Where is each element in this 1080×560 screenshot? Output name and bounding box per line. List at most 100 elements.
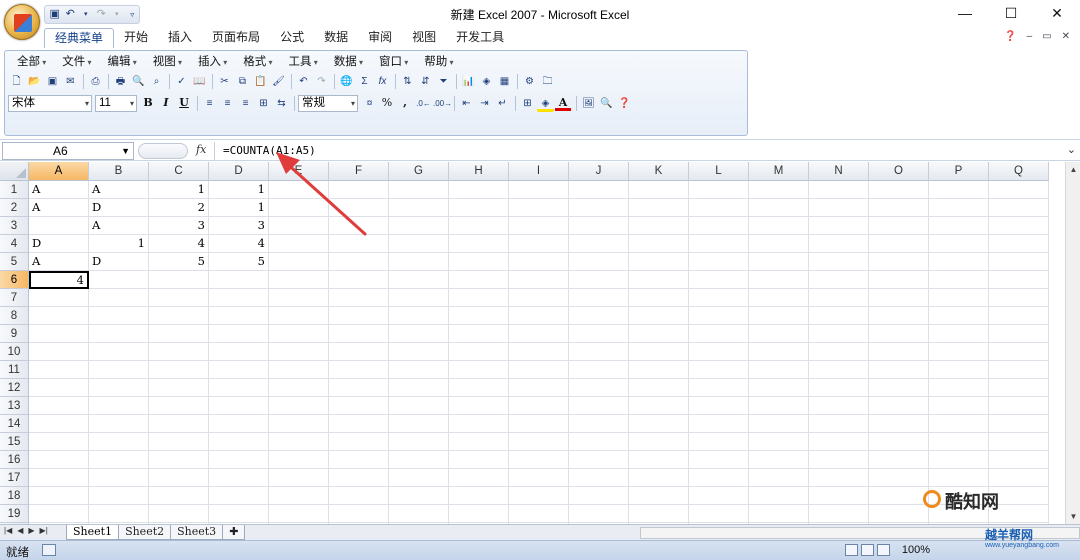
cell-o10[interactable] [869, 343, 929, 361]
cell-k12[interactable] [629, 379, 689, 397]
cell-d19[interactable] [209, 505, 269, 523]
cell-d3[interactable]: 3 [209, 217, 269, 235]
cell-h4[interactable] [449, 235, 509, 253]
cell-k17[interactable] [629, 469, 689, 487]
cell-j15[interactable] [569, 433, 629, 451]
open-icon[interactable]: 📂 [26, 73, 43, 90]
cell-a8[interactable] [29, 307, 89, 325]
folder-icon[interactable]: 🗀 [539, 73, 556, 90]
cell-i17[interactable] [509, 469, 569, 487]
cell-n14[interactable] [809, 415, 869, 433]
cell-d4[interactable]: 4 [209, 235, 269, 253]
currency-icon[interactable]: ¤ [361, 95, 378, 112]
cell-k9[interactable] [629, 325, 689, 343]
ribbon-tab[interactable]: 经典菜单 [44, 28, 115, 48]
cell-k16[interactable] [629, 451, 689, 469]
underline-button[interactable]: U [176, 95, 192, 111]
cell-p9[interactable] [929, 325, 989, 343]
cell-o11[interactable] [869, 361, 929, 379]
cell-d16[interactable] [209, 451, 269, 469]
cell-i3[interactable] [509, 217, 569, 235]
cell-o12[interactable] [869, 379, 929, 397]
cell-p12[interactable] [929, 379, 989, 397]
cell-o7[interactable] [869, 289, 929, 307]
column-header[interactable]: B [89, 162, 149, 181]
cell-g5[interactable] [389, 253, 449, 271]
cell-b8[interactable] [89, 307, 149, 325]
cell-h17[interactable] [449, 469, 509, 487]
cell-a16[interactable] [29, 451, 89, 469]
cell-a15[interactable] [29, 433, 89, 451]
sheet-tab[interactable]: Sheet2 [118, 525, 172, 540]
row-header[interactable]: 3 [0, 217, 29, 235]
cell-j4[interactable] [569, 235, 629, 253]
cell-i18[interactable] [509, 487, 569, 505]
cell-l3[interactable] [689, 217, 749, 235]
column-header[interactable]: C [149, 162, 209, 181]
cell-k8[interactable] [629, 307, 689, 325]
cell-o1[interactable] [869, 181, 929, 199]
format-painter-icon[interactable]: 🖌 [270, 73, 287, 90]
cell-c8[interactable] [149, 307, 209, 325]
column-header[interactable]: Q [989, 162, 1049, 181]
cell-d18[interactable] [209, 487, 269, 505]
cell-c7[interactable] [149, 289, 209, 307]
cell-p15[interactable] [929, 433, 989, 451]
cell-m10[interactable] [749, 343, 809, 361]
cell-e14[interactable] [269, 415, 329, 433]
cell-b2[interactable]: D [89, 199, 149, 217]
ribbon-tab[interactable]: 审阅 [358, 28, 402, 48]
cell-k10[interactable] [629, 343, 689, 361]
cell-g13[interactable] [389, 397, 449, 415]
cell-q2[interactable] [989, 199, 1049, 217]
cell-h10[interactable] [449, 343, 509, 361]
cell-b5[interactable]: D [89, 253, 149, 271]
cell-d17[interactable] [209, 469, 269, 487]
cell-o2[interactable] [869, 199, 929, 217]
cell-q5[interactable] [989, 253, 1049, 271]
cell-j9[interactable] [569, 325, 629, 343]
cell-k1[interactable] [629, 181, 689, 199]
cell-g7[interactable] [389, 289, 449, 307]
column-header[interactable]: J [569, 162, 629, 181]
cell-n8[interactable] [809, 307, 869, 325]
column-header[interactable]: F [329, 162, 389, 181]
cell-j17[interactable] [569, 469, 629, 487]
undo-icon[interactable]: ↶ [295, 73, 312, 90]
cell-i4[interactable] [509, 235, 569, 253]
cell-n12[interactable] [809, 379, 869, 397]
cell-c17[interactable] [149, 469, 209, 487]
print-preview-icon[interactable]: 🔍 [130, 73, 147, 90]
cell-h15[interactable] [449, 433, 509, 451]
row-header[interactable]: 9 [0, 325, 29, 343]
cell-e1[interactable] [269, 181, 329, 199]
paste-icon[interactable]: 📋 [252, 73, 269, 90]
cell-p2[interactable] [929, 199, 989, 217]
cell-o16[interactable] [869, 451, 929, 469]
cell-i16[interactable] [509, 451, 569, 469]
cell-o3[interactable] [869, 217, 929, 235]
cell-k7[interactable] [629, 289, 689, 307]
cell-g1[interactable] [389, 181, 449, 199]
cell-l12[interactable] [689, 379, 749, 397]
cell-f18[interactable] [329, 487, 389, 505]
cell-h6[interactable] [449, 271, 509, 289]
cell-l10[interactable] [689, 343, 749, 361]
cell-o14[interactable] [869, 415, 929, 433]
cell-d11[interactable] [209, 361, 269, 379]
cell-a13[interactable] [29, 397, 89, 415]
cell-m13[interactable] [749, 397, 809, 415]
cell-g17[interactable] [389, 469, 449, 487]
cell-j18[interactable] [569, 487, 629, 505]
cell-m3[interactable] [749, 217, 809, 235]
cell-b11[interactable] [89, 361, 149, 379]
cell-a2[interactable]: A [29, 199, 89, 217]
row-header[interactable]: 6 [0, 271, 29, 289]
cell-i8[interactable] [509, 307, 569, 325]
cell-f14[interactable] [329, 415, 389, 433]
cell-m5[interactable] [749, 253, 809, 271]
column-header[interactable]: H [449, 162, 509, 181]
cell-e2[interactable] [269, 199, 329, 217]
cell-o5[interactable] [869, 253, 929, 271]
cell-a6[interactable]: 4 [29, 271, 89, 289]
